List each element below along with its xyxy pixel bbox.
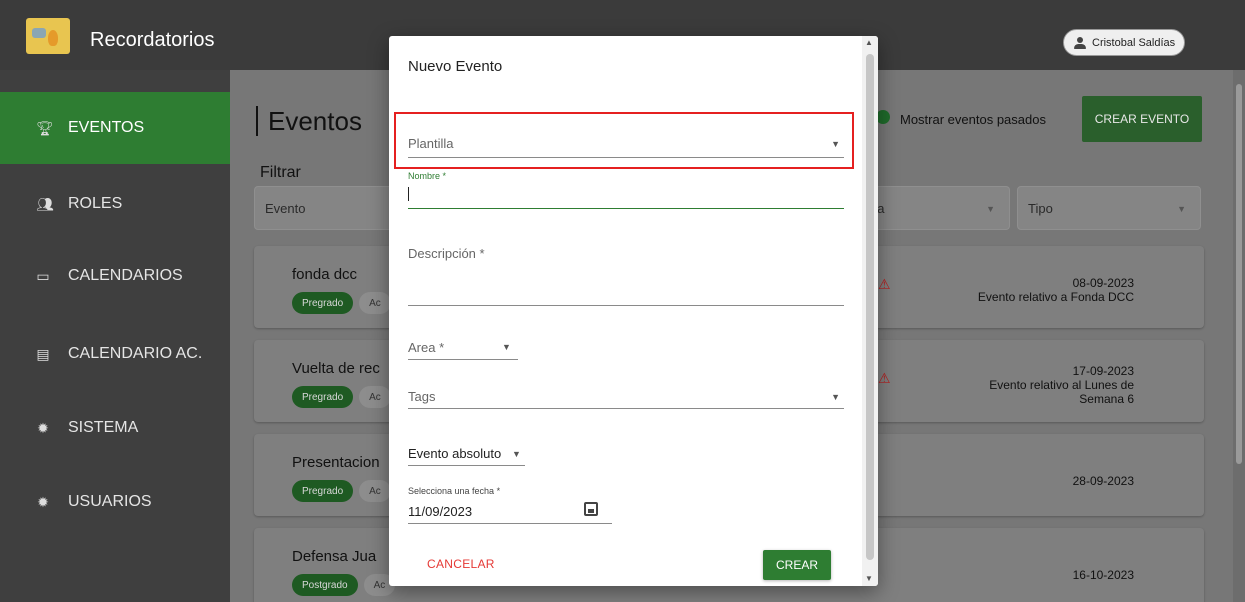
sidebar-item-calendarios[interactable]: ▭ CALENDARIOS (0, 240, 230, 312)
area-label: Area * (408, 340, 445, 355)
chevron-down-icon: ▼ (831, 139, 840, 149)
sidebar-item-label: EVENTOS (68, 119, 145, 136)
sidebar-item-label: CALENDARIO AC. (68, 345, 203, 362)
event-type-value: Evento absoluto (408, 446, 502, 461)
app-title: Recordatorios (90, 29, 215, 51)
event-date: 16-10-2023 (1072, 568, 1134, 582)
fecha-field[interactable]: Selecciona una fecha * 11/09/2023 (408, 486, 612, 524)
show-past-label: Mostrar eventos pasados (900, 112, 1046, 127)
sidebar-item-sistema[interactable]: ✹ SISTEMA (0, 392, 230, 464)
chevron-down-icon: ▼ (986, 204, 995, 214)
filter-heading: Filtrar (260, 164, 301, 181)
trophy-icon: 🏆︎ (36, 119, 54, 136)
create-event-button[interactable]: CREAR EVENTO (1082, 96, 1202, 142)
event-chip: Postgrado (292, 574, 358, 596)
area-select[interactable]: Area * ▼ (408, 332, 518, 360)
nombre-field[interactable]: Nombre * (408, 169, 844, 209)
user-chip[interactable]: Cristobal Saldías (1063, 29, 1185, 56)
nombre-label: Nombre * (408, 171, 447, 181)
event-note: Evento relativo a Fonda DCC (977, 290, 1134, 304)
event-chip: Pregrado (292, 292, 354, 314)
event-date: 28-09-2023 (1072, 474, 1134, 488)
event-chip: Ac (359, 480, 391, 502)
filter-evento-label: Evento (265, 200, 306, 216)
app-logo (26, 18, 70, 54)
sidebar-item-usuarios[interactable]: ✹ USUARIOS (0, 466, 230, 538)
event-date: 17-09-2023 (1072, 364, 1134, 378)
chevron-down-icon: ▼ (512, 449, 521, 459)
event-date: 08-09-2023 (1072, 276, 1134, 290)
dialog-scrollbar[interactable]: ▲ ▼ (862, 36, 878, 586)
event-name: Defensa Jua (292, 548, 377, 565)
filter-evento-input[interactable]: Evento (254, 186, 404, 230)
sidebar-item-roles[interactable]: 👥︎ ROLES (0, 168, 230, 240)
event-chip: Ac (359, 386, 391, 408)
filter-tipo-label: Tipo (1028, 200, 1053, 216)
warning-icon: ⚠ (878, 370, 891, 386)
chevron-down-icon: ▼ (502, 342, 511, 352)
tags-label: Tags (408, 389, 436, 404)
chevron-down-icon: ▼ (1177, 204, 1186, 214)
calendar-icon[interactable] (584, 502, 598, 516)
fecha-label: Selecciona una fecha * (408, 486, 501, 496)
dialog-title: Nuevo Evento (408, 58, 503, 75)
descripcion-label: Descripción * (408, 246, 485, 261)
user-icon (1074, 36, 1086, 49)
sidebar: 🏆︎ EVENTOS 👥︎ ROLES ▭ CALENDARIOS ▤ CALE… (0, 70, 230, 602)
fecha-value: 11/09/2023 (408, 504, 473, 519)
group-icon: 👥︎ (36, 195, 54, 212)
calendar-icon: ▭ (36, 267, 50, 284)
cancel-button[interactable]: CANCELAR (427, 557, 495, 571)
sidebar-item-label: USUARIOS (68, 493, 152, 510)
descripcion-field[interactable]: Descripción * (408, 236, 844, 306)
event-name: fonda dcc (292, 266, 358, 283)
event-name: Presentacion (292, 454, 380, 471)
plantilla-label: Plantilla (408, 136, 454, 151)
tags-select[interactable]: Tags ▼ (408, 381, 844, 409)
event-chip: Ac (359, 292, 391, 314)
gear-icon: ✹ (37, 493, 49, 510)
book-icon: ▤ (36, 345, 50, 362)
event-chip: Pregrado (292, 480, 354, 502)
create-button[interactable]: CREAR (763, 550, 831, 580)
show-past-toggle[interactable] (876, 110, 890, 124)
sidebar-item-label: ROLES (68, 195, 123, 212)
event-chip: Pregrado (292, 386, 354, 408)
filter-fecha-select[interactable]: na ▼ (860, 186, 1010, 230)
warning-icon: ⚠ (878, 276, 891, 292)
new-event-dialog: Nuevo Evento Plantilla ▼ Nombre * Descri… (389, 36, 878, 586)
event-note: Evento relativo al Lunes de (989, 378, 1134, 392)
scroll-up-icon[interactable]: ▲ (865, 38, 873, 47)
event-type-select[interactable]: Evento absoluto ▼ (408, 438, 525, 466)
event-note: Semana 6 (1079, 392, 1134, 406)
event-name: Vuelta de rec (292, 360, 380, 377)
user-name: Cristobal Saldías (1092, 36, 1176, 49)
page-title: Eventos (256, 106, 362, 136)
scroll-down-icon[interactable]: ▼ (865, 574, 873, 583)
sidebar-item-label: SISTEMA (68, 419, 139, 436)
text-cursor (408, 187, 409, 201)
page-scrollbar[interactable] (1233, 70, 1245, 602)
gear-icon: ✹ (37, 419, 49, 436)
chevron-down-icon: ▼ (831, 392, 840, 402)
plantilla-select[interactable]: Plantilla ▼ (408, 124, 844, 158)
sidebar-item-eventos[interactable]: 🏆︎ EVENTOS (0, 92, 230, 164)
filter-tipo-select[interactable]: Tipo ▼ (1017, 186, 1201, 230)
sidebar-item-calendario-ac[interactable]: ▤ CALENDARIO AC. (0, 318, 230, 390)
sidebar-item-label: CALENDARIOS (68, 267, 183, 284)
